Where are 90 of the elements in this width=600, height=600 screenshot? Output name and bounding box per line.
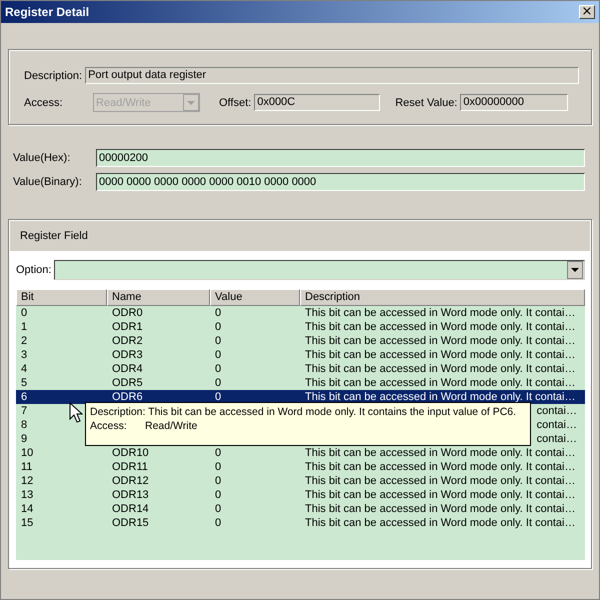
table-row[interactable]: 10 ODR10 0 This bit can be accessed in Word mode only. It contai…	[16, 446, 585, 460]
field-label: Description:	[24, 70, 82, 82]
table-row[interactable]: 15 ODR15 0 This bit can be accessed in Word mode only. It contai…	[16, 516, 585, 530]
table-row[interactable]: 4 ODR4 0 This bit can be accessed in Word mode only. It contai…	[16, 362, 585, 376]
table-cell: 14	[21, 503, 34, 515]
table-cell: 2	[21, 335, 28, 347]
field-label: Value(Binary):	[13, 176, 83, 188]
table-cell: 0	[215, 489, 222, 501]
mouse-cursor-icon	[69, 402, 83, 423]
table-cell: This bit can be accessed in Word mode only. It contai…	[305, 517, 576, 529]
table-cell: 4	[21, 363, 28, 375]
table-cell: ODR12	[112, 475, 149, 487]
hex-value-field[interactable]: 00000200	[96, 149, 585, 167]
tooltip-text: Read/Write	[145, 420, 198, 432]
table-cell: ODR13	[112, 489, 149, 501]
table-row[interactable]: 13 ODR13 0 This bit can be accessed in Word mode only. It contai…	[16, 488, 585, 502]
table-row[interactable]: 5 ODR5 0 This bit can be accessed in Word mode only. It contai…	[16, 376, 585, 390]
table-cell: 0	[215, 321, 222, 333]
table-cell: ODR0	[112, 307, 143, 319]
table-cell: This bit can be accessed in Word mode only. It contai…	[305, 503, 576, 515]
table-cell: 0	[215, 475, 222, 487]
table-row[interactable]: 3 ODR3 0 This bit can be accessed in Word mode only. It contai…	[16, 348, 585, 362]
field-label: Offset:	[219, 96, 252, 108]
table-cell: 10	[21, 447, 34, 459]
table-cell: 15	[21, 517, 34, 529]
table-cell: This bit can be accessed in Word mode only. It contai…	[305, 391, 576, 403]
offset-field[interactable]: 0x000C	[254, 94, 380, 111]
table-cell: This bit can be accessed in Word mode only. It contai…	[305, 489, 576, 501]
table-row[interactable]: 11 ODR11 0 This bit can be accessed in Word mode only. It contai…	[16, 460, 585, 474]
column-header[interactable]: Description	[300, 289, 585, 306]
table-cell: ODR4	[112, 363, 143, 375]
table-cell: This bit can be accessed in Word mode only. It contai…	[305, 349, 576, 361]
table-cell: This bit can be accessed in Word mode only. It contai…	[305, 377, 576, 389]
table-cell: ODR11	[112, 461, 148, 473]
column-header[interactable]: Name	[107, 289, 210, 306]
table-cell: This bit can be accessed in Word mode only. It contai…	[305, 335, 576, 347]
field-label: Value(Hex):	[13, 152, 72, 164]
field-label: Access:	[24, 96, 64, 108]
table-row[interactable]: 14 ODR14 0 This bit can be accessed in Word mode only. It contai…	[16, 502, 585, 516]
table-cell: 0	[215, 307, 222, 319]
table-row[interactable]: 12 ODR12 0 This bit can be accessed in Word mode only. It contai…	[16, 474, 585, 488]
table-cell: ODR6	[112, 391, 143, 403]
table-cell: 9	[21, 433, 28, 445]
table-cell: 0	[215, 391, 222, 403]
table-cell: ODR15	[112, 517, 149, 529]
table-cell: 3	[21, 349, 28, 361]
table-cell: ODR14	[112, 503, 149, 515]
field-label: Reset Value:	[395, 96, 458, 108]
column-header[interactable]: Value	[210, 289, 300, 306]
table-cell: 0	[215, 517, 222, 529]
table-cell: 0	[215, 377, 222, 389]
table-cell: 0	[215, 503, 222, 515]
option-dropdown[interactable]	[54, 260, 585, 280]
table-cell: contai…	[536, 433, 577, 445]
table-row[interactable]: 1 ODR1 0 This bit can be accessed in Word mode only. It contai…	[16, 320, 585, 334]
table-cell: 11	[21, 461, 32, 473]
table-cell: ODR1	[112, 321, 143, 333]
table-cell: 6	[21, 391, 28, 403]
table-cell: 0	[215, 461, 222, 473]
table-cell: 5	[21, 377, 28, 389]
table-cell: 12	[21, 475, 34, 487]
reset-value-field[interactable]: 0x00000000	[460, 94, 568, 111]
table-cell: ODR3	[112, 349, 143, 361]
close-button[interactable]: ×	[579, 5, 595, 19]
table-cell: This bit can be accessed in Word mode only. It contai…	[305, 447, 576, 459]
table-cell: This bit can be accessed in Word mode only. It contai…	[305, 363, 576, 375]
binary-value-field[interactable]: 0000 0000 0000 0000 0000 0010 0000 0000	[96, 173, 585, 191]
table-cell: 1	[21, 321, 28, 333]
table-cell: This bit can be accessed in Word mode only. It contai…	[305, 475, 576, 487]
table-cell: 0	[215, 447, 222, 459]
table-row[interactable]: 0 ODR0 0 This bit can be accessed in Word mode only. It contai…	[16, 306, 585, 320]
table-cell: ODR2	[112, 335, 143, 347]
table-cell: 0	[215, 335, 222, 347]
table-cell: 0	[215, 349, 222, 361]
tooltip-text: Description: This bit can be accessed in Word mode only. It contains the input value of PC6.	[90, 406, 516, 418]
table-cell: This bit can be accessed in Word mode only. It contai…	[305, 307, 576, 319]
window-title: Register Detail	[5, 5, 90, 19]
table-cell: This bit can be accessed in Word mode only. It contai…	[305, 321, 576, 333]
column-header[interactable]: Bit	[16, 289, 107, 306]
tooltip-label: Access:	[90, 419, 128, 433]
panel-title: Register Field	[20, 230, 88, 242]
table-row[interactable]: 2 ODR2 0 This bit can be accessed in Word mode only. It contai…	[16, 334, 585, 348]
table-cell: ODR5	[112, 377, 143, 389]
table-cell: This bit can be accessed in Word mode only. It contai…	[305, 461, 576, 473]
table-cell: ODR10	[112, 447, 149, 459]
field-label: Option:	[16, 264, 52, 276]
table-cell: 0	[215, 363, 222, 375]
description-field[interactable]: Port output data register	[85, 67, 579, 84]
table-cell: 13	[21, 489, 34, 501]
table-cell: 0	[21, 307, 28, 319]
